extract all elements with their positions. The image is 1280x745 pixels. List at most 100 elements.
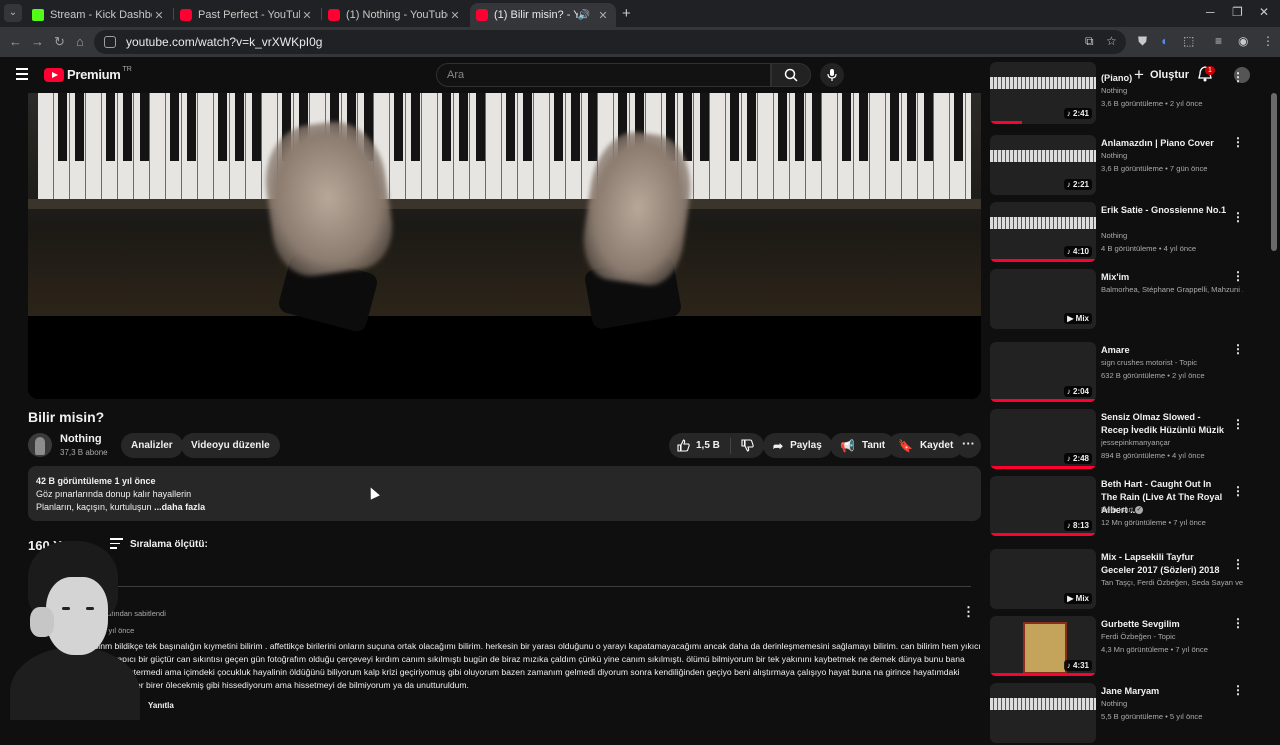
recommendation-channel[interactable]: sign crushes motorist - Topic (1101, 358, 1243, 367)
share-button[interactable]: ➦ Paylaş (763, 433, 832, 458)
recommendation-title[interactable]: Mix'im (1101, 271, 1229, 284)
bookmark-star-icon[interactable]: ☆ (1106, 34, 1117, 48)
more-actions-button[interactable]: ··· (956, 433, 981, 458)
recommendation-channel[interactable]: Tan Taşçı, Ferdi Özbeğen, Seda Sayan ve.… (1101, 578, 1243, 587)
recommendation-title[interactable]: Gurbette Sevgilim (1101, 618, 1229, 631)
video-thumbnail[interactable]: ♪ 2:21 (990, 135, 1096, 195)
recommendation-card[interactable]: ♪ 2:41 (Piano) Nothing 3,6 B görüntüleme • … (990, 62, 1255, 132)
recommendation-menu-icon[interactable]: ⋮ (1232, 210, 1244, 224)
recommendation-menu-icon[interactable]: ⋮ (1232, 135, 1244, 149)
recommendation-menu-icon[interactable]: ⋮ (1232, 616, 1244, 630)
recommendation-menu-icon[interactable]: ⋮ (1232, 417, 1244, 431)
recommendation-menu-icon[interactable]: ⋮ (1232, 269, 1244, 283)
page-scrollbar[interactable] (1271, 93, 1277, 251)
video-thumbnail[interactable]: ♪ 4:31 (990, 616, 1096, 676)
video-player[interactable] (28, 93, 981, 399)
recommendation-title[interactable]: Sensiz Olmaz Slowed - Recep İvedik Hüzün… (1101, 411, 1229, 437)
recommendation-title[interactable]: (Piano) (1101, 72, 1229, 85)
video-thumbnail[interactable]: ▶ Mix (990, 269, 1096, 329)
recommendation-menu-icon[interactable]: ⋮ (1232, 342, 1244, 356)
close-tab-icon[interactable]: ✕ (300, 9, 314, 22)
browser-tab-kick[interactable]: Stream - Kick Dashboard ✕ (26, 3, 172, 27)
address-bar[interactable]: youtube.com/watch?v=k_vrXWKpI0g (94, 30, 1126, 54)
youtube-premium-logo[interactable]: Premium TR (44, 66, 132, 82)
recommendation-card[interactable]: ▶ Mix Mix - Lapsekili Tayfur Geceler 2017… (990, 549, 1255, 611)
site-info-icon[interactable] (104, 36, 116, 48)
recommendation-channel[interactable]: Balmorhea, Stéphane Grappelli, Mahzuni .… (1101, 285, 1243, 294)
video-thumbnail[interactable] (990, 683, 1096, 743)
recommendation-card[interactable]: ♪ 2:21 Anlamazdın | Piano Cover Nothing 3,6… (990, 135, 1255, 197)
search-input[interactable]: Ara (436, 63, 771, 87)
close-tab-icon[interactable]: ✕ (152, 9, 166, 22)
video-thumbnail[interactable]: ♪ 2:04 (990, 342, 1096, 402)
shield-extension-icon[interactable]: ⛊ (1138, 34, 1147, 49)
promote-button[interactable]: 📢 Tanıt (830, 433, 896, 458)
audio-extension-icon[interactable]: ◖ (1160, 34, 1167, 48)
recommendation-channel[interactable]: Nothing (1101, 86, 1243, 95)
browser-tab-bilir-misin[interactable]: (1) Bilir misin? - YouTube 🔊 ✕ (470, 3, 616, 27)
browser-tab-nothing[interactable]: (1) Nothing - YouTube ✕ (322, 3, 468, 27)
comment-menu-icon[interactable]: ⋮ (962, 604, 975, 620)
recommendation-card[interactable]: Jane Maryam Nothing 5,5 B görüntüleme • 5 … (990, 683, 1255, 745)
recommendation-title[interactable]: Amare (1101, 344, 1229, 357)
recommendation-card[interactable]: ♪ 4:31 Gurbette Sevgilim Ferdi Özbeğen - T… (990, 616, 1255, 678)
close-tab-icon[interactable]: ✕ (596, 9, 610, 22)
close-tab-icon[interactable]: ✕ (448, 9, 462, 22)
save-button[interactable]: 🔖 Kaydet (888, 433, 964, 458)
recommendation-menu-icon[interactable]: ⋮ (1232, 557, 1244, 571)
media-control-icon[interactable]: ≡ (1215, 34, 1222, 48)
recommendation-channel[interactable]: Nothing (1101, 699, 1243, 708)
description-box[interactable]: 42 B görüntüleme 1 yıl önce Göz pınarlar… (28, 466, 981, 521)
edit-video-button[interactable]: Videoyu düzenle (181, 433, 280, 458)
audio-playing-icon[interactable]: 🔊 (578, 10, 590, 21)
channel-avatar[interactable] (28, 433, 52, 457)
home-icon[interactable]: ⌂ (76, 34, 84, 49)
recommendation-card[interactable]: ♪ 2:48 Sensiz Olmaz Slowed - Recep İvedik… (990, 409, 1255, 471)
recommendation-title[interactable]: Erik Satie - Gnossienne No.1 (1101, 204, 1229, 217)
forward-icon[interactable]: → (31, 34, 44, 49)
recommendation-title[interactable]: Jane Maryam (1101, 685, 1229, 698)
analytics-button[interactable]: Analizler (121, 433, 183, 458)
close-window-icon[interactable]: ✕ (1259, 5, 1269, 19)
recommendation-menu-icon[interactable]: ⋮ (1232, 683, 1244, 697)
recommendation-title[interactable]: Anlamazdın | Piano Cover (1101, 137, 1229, 150)
tab-search-button[interactable]: ⌄ (4, 4, 22, 22)
recommendation-card[interactable]: ♪ 8:13 Beth Hart - Caught Out In The Rain… (990, 476, 1255, 538)
like-button[interactable]: 1,5 B (669, 437, 731, 454)
new-tab-button[interactable]: + (622, 5, 631, 22)
recommendation-menu-icon[interactable]: ⋮ (1232, 70, 1244, 84)
recommendation-card[interactable]: ♪ 4:10 Erik Satie - Gnossienne No.1 Nothin… (990, 202, 1255, 264)
recommendation-menu-icon[interactable]: ⋮ (1232, 484, 1244, 498)
back-icon[interactable]: ← (9, 34, 22, 49)
minimize-icon[interactable]: ─ (1206, 5, 1215, 19)
reply-button[interactable]: Yanıtla (148, 701, 174, 710)
url-text: youtube.com/watch?v=k_vrXWKpI0g (126, 35, 323, 49)
video-thumbnail[interactable]: ♪ 8:13 (990, 476, 1096, 536)
recommendation-card[interactable]: ♪ 2:04 Amare sign crushes motorist - Topic… (990, 342, 1255, 404)
extensions-icon[interactable]: ⬚ (1183, 34, 1194, 48)
recommendation-title[interactable]: Mix - Lapsekili Tayfur Geceler 2017 (Söz… (1101, 551, 1229, 577)
video-thumbnail[interactable]: ♪ 4:10 (990, 202, 1096, 262)
recommendation-channel[interactable]: Nothing (1101, 231, 1243, 240)
voice-search-button[interactable] (820, 63, 844, 87)
channel-name[interactable]: Nothing (60, 433, 102, 445)
browser-tab-past-perfect[interactable]: Past Perfect - YouTube ✕ (174, 3, 320, 27)
video-thumbnail[interactable]: ▶ Mix (990, 549, 1096, 609)
recommendation-channel[interactable]: Ferdi Özbeğen - Topic (1101, 632, 1243, 641)
dislike-button[interactable] (731, 439, 764, 452)
recommendation-channel[interactable]: jessepinkmanyançar (1101, 438, 1243, 447)
recommendation-stats: 4,3 Mn görüntüleme • 7 yıl önce (1101, 645, 1208, 654)
recommendation-card[interactable]: ▶ Mix Mix'im Balmorhea, Stéphane Grappelli… (990, 269, 1255, 331)
show-more-link[interactable]: ...daha fazla (154, 502, 205, 512)
video-thumbnail[interactable]: ♪ 2:48 (990, 409, 1096, 469)
search-button[interactable] (771, 63, 811, 87)
browser-menu-icon[interactable]: ⋮ (1262, 34, 1274, 48)
recommendation-channel[interactable]: Nothing (1101, 151, 1243, 160)
maximize-icon[interactable]: ❐ (1232, 5, 1243, 19)
cast-icon[interactable]: ⧉ (1085, 34, 1094, 49)
recommendation-channel[interactable]: Beth Hart ✓ (1101, 505, 1243, 514)
profile-icon[interactable]: ◉ (1238, 34, 1248, 48)
reload-icon[interactable]: ↻ (54, 34, 65, 50)
video-thumbnail[interactable]: ♪ 2:41 (990, 62, 1096, 124)
menu-icon[interactable] (16, 68, 28, 83)
